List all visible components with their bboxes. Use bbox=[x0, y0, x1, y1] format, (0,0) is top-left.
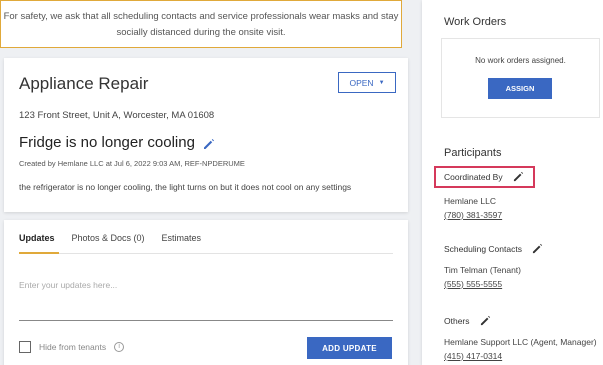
active-tab-indicator bbox=[19, 252, 59, 254]
others-label: Others bbox=[444, 316, 470, 326]
update-input-underline bbox=[19, 320, 393, 321]
coordinated-by-label: Coordinated By bbox=[444, 172, 503, 182]
add-update-button[interactable]: ADD UPDATE bbox=[307, 337, 392, 359]
tab-estimates[interactable]: Estimates bbox=[162, 230, 202, 254]
page-title: Appliance Repair bbox=[19, 74, 149, 93]
updates-card: Updates Photos & Docs (0) Estimates Ente… bbox=[4, 220, 408, 365]
edit-scheduling-icon[interactable] bbox=[532, 243, 544, 255]
issue-description: the refrigerator is no longer cooling, t… bbox=[19, 182, 352, 192]
work-orders-title: Work Orders bbox=[444, 16, 507, 28]
scheduling-contacts-header: Scheduling Contacts bbox=[444, 243, 544, 255]
edit-pencil-icon[interactable] bbox=[203, 137, 215, 149]
status-label: OPEN bbox=[349, 77, 374, 88]
edit-others-icon[interactable] bbox=[480, 315, 492, 327]
tabs-divider bbox=[19, 253, 393, 254]
tab-photos-docs[interactable]: Photos & Docs (0) bbox=[72, 230, 145, 254]
scheduling-contacts-label: Scheduling Contacts bbox=[444, 244, 522, 254]
others-name: Hemlane Support LLC (Agent, Manager) bbox=[444, 337, 597, 347]
update-input[interactable]: Enter your updates here... bbox=[19, 280, 393, 290]
participants-title: Participants bbox=[444, 147, 502, 159]
edit-coordinator-icon[interactable] bbox=[513, 171, 525, 183]
repair-card: Appliance Repair OPEN ▼ 123 Front Street… bbox=[4, 58, 408, 212]
chevron-down-icon: ▼ bbox=[378, 79, 385, 86]
issue-title: Fridge is no longer cooling bbox=[19, 134, 195, 151]
scheduling-contact-name: Tim Telman (Tenant) bbox=[444, 265, 521, 275]
hide-from-tenants-label: Hide from tenants bbox=[39, 342, 107, 352]
work-orders-box: No work orders assigned. ASSIGN bbox=[441, 38, 600, 118]
created-info: Created by Hemlane LLC at Jul 6, 2022 9:… bbox=[19, 159, 245, 168]
coordinated-by-header: Coordinated By bbox=[434, 166, 535, 188]
updates-tabs: Updates Photos & Docs (0) Estimates bbox=[19, 230, 218, 254]
info-icon[interactable]: i bbox=[114, 342, 125, 352]
issue-title-row: Fridge is no longer cooling bbox=[19, 134, 215, 151]
safety-notice-line-2: socially distanced during the onsite vis… bbox=[116, 27, 286, 38]
side-panel: Work Orders No work orders assigned. ASS… bbox=[422, 0, 603, 365]
others-header: Others bbox=[444, 315, 492, 327]
hide-from-tenants-row: Hide from tenants i bbox=[19, 341, 125, 353]
hide-from-tenants-checkbox[interactable] bbox=[19, 341, 31, 353]
others-phone-link[interactable]: (415) 417-0314 bbox=[444, 351, 502, 361]
status-dropdown[interactable]: OPEN ▼ bbox=[338, 72, 396, 93]
safety-notice: For safety, we ask that all scheduling c… bbox=[0, 0, 402, 48]
work-orders-empty-message: No work orders assigned. bbox=[475, 56, 566, 65]
property-address: 123 Front Street, Unit A, Worcester, MA … bbox=[19, 110, 215, 121]
coordinator-name: Hemlane LLC bbox=[444, 196, 496, 206]
tab-updates[interactable]: Updates bbox=[19, 230, 55, 254]
safety-notice-line-1: For safety, we ask that all scheduling c… bbox=[3, 11, 399, 22]
coordinator-phone-link[interactable]: (780) 381-3597 bbox=[444, 210, 502, 220]
assign-button[interactable]: ASSIGN bbox=[488, 78, 552, 99]
scheduling-contact-phone-link[interactable]: (555) 555-5555 bbox=[444, 279, 502, 289]
